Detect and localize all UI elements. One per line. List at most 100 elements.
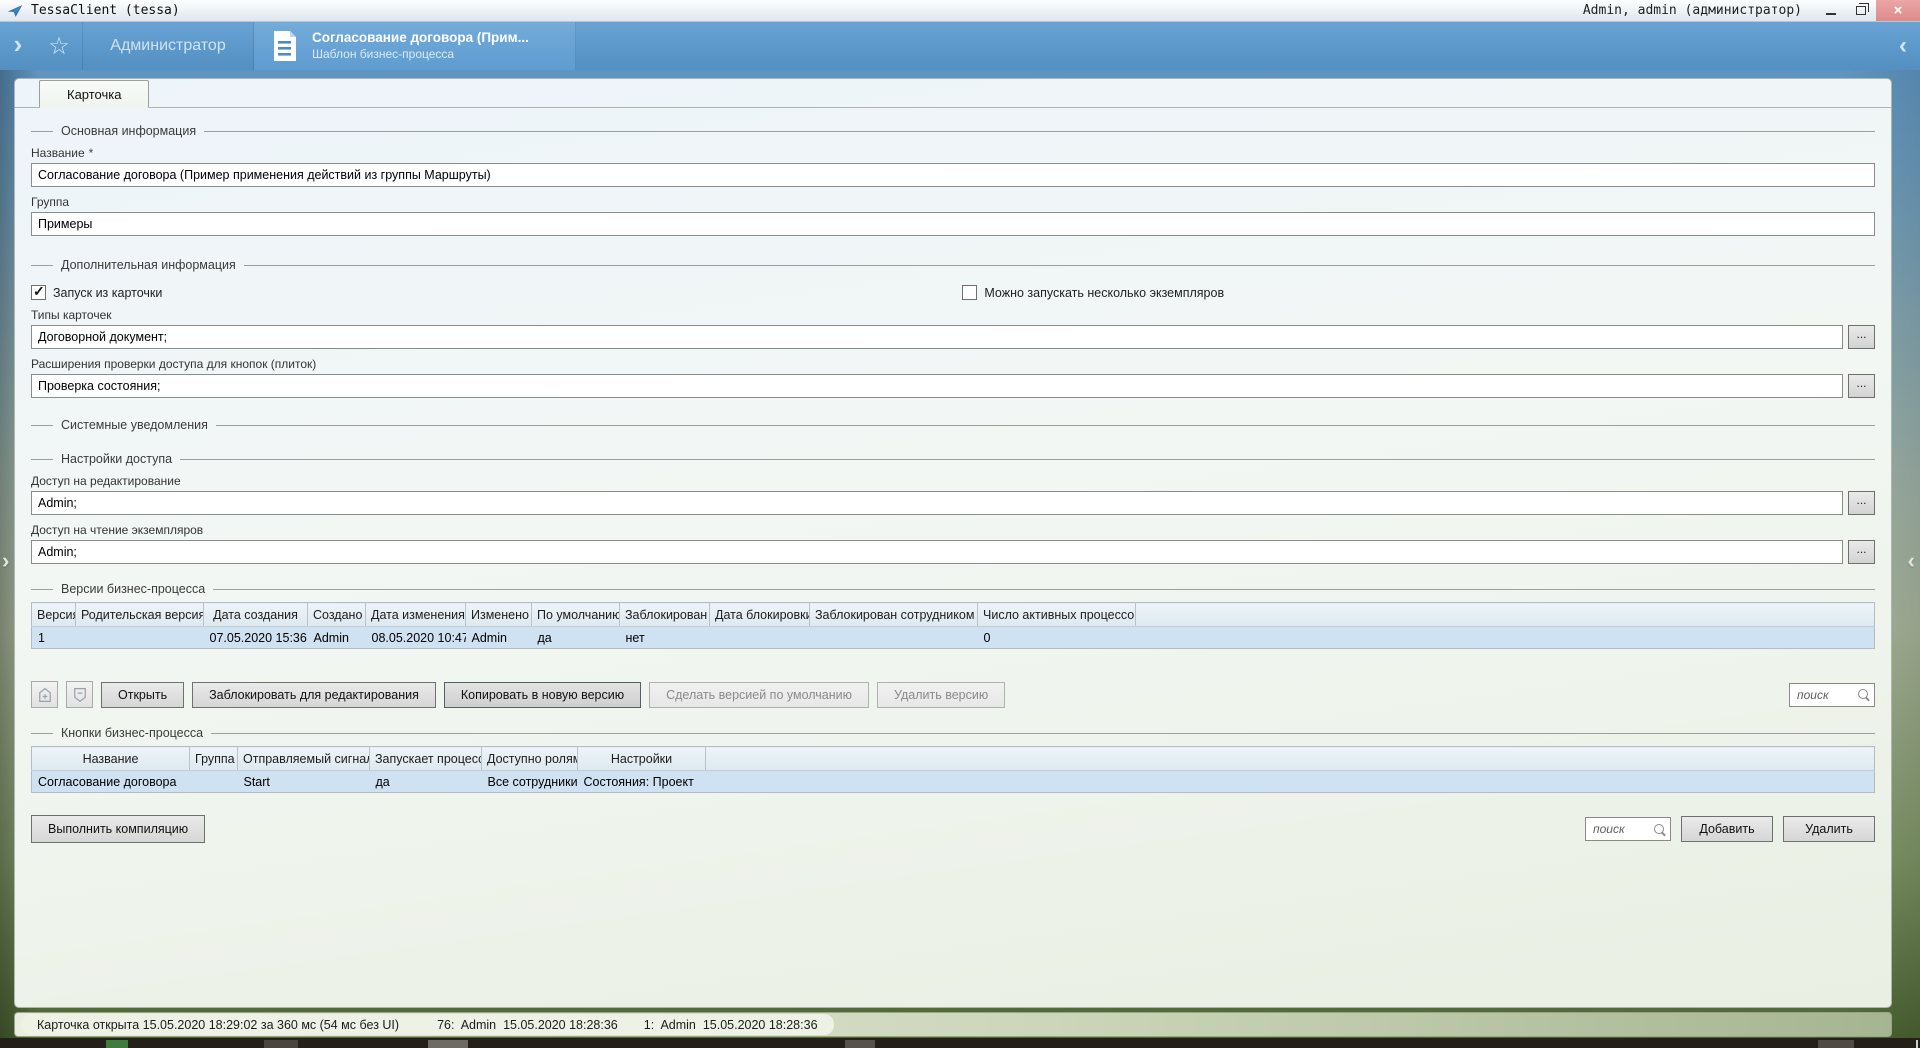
versions-search[interactable] [1789, 683, 1875, 707]
name-input[interactable] [31, 163, 1875, 187]
increase-row-height-button[interactable] [31, 681, 58, 708]
restore-button[interactable] [1846, 0, 1876, 21]
decrease-row-height-button[interactable] [66, 681, 93, 708]
tab-active-card[interactable]: Согласование договора (Прим... Шаблон би… [254, 22, 576, 70]
card-types-picker-button[interactable]: ... [1848, 325, 1875, 349]
tessa-logo-icon [7, 4, 23, 18]
cell: нет [620, 627, 710, 649]
column-header[interactable]: Доступно ролям [482, 747, 578, 771]
section-system-notifications-title: Системные уведомления [61, 418, 208, 432]
cell [810, 627, 978, 649]
column-header[interactable]: Дата изменения [366, 603, 466, 627]
tabbar-spacer [576, 22, 1886, 70]
run-from-card-checkbox[interactable]: Запуск из карточки [31, 285, 162, 300]
section-system-notifications: Системные уведомления [31, 418, 1875, 432]
minimize-button[interactable] [1816, 0, 1846, 21]
expand-rows-icon [36, 686, 54, 704]
column-header[interactable]: Создано [308, 603, 366, 627]
column-header[interactable]: Версия [32, 603, 76, 627]
favorites-button[interactable]: ☆ [36, 22, 82, 70]
card-types-input[interactable] [31, 325, 1843, 349]
cell [710, 627, 810, 649]
checkbox-checked-icon [31, 285, 46, 300]
nav-forward-button[interactable]: › [0, 22, 36, 70]
column-header-filler [706, 747, 1875, 771]
column-header[interactable]: Заблокирован сотрудником [810, 603, 978, 627]
cell [190, 771, 238, 793]
versions-row-selected[interactable]: 1 07.05.2020 15:36 Admin 08.05.2020 10:4… [32, 627, 1875, 649]
taskbar-clock-sliver [1818, 1040, 1854, 1048]
read-access-input[interactable] [31, 540, 1843, 564]
active-card-title: Согласование договора (Прим... [312, 30, 529, 47]
window-title: TessaClient (tessa) [31, 3, 180, 18]
versions-header-row: Версия Родительская версия Дата создания… [32, 603, 1875, 627]
column-header[interactable]: Число активных процессов [978, 603, 1136, 627]
section-access-settings: Настройки доступа [31, 452, 1875, 466]
cell: Все сотрудники [482, 771, 578, 793]
card-types-label: Типы карточек [31, 308, 1875, 322]
column-header[interactable]: Родительская версия [76, 603, 204, 627]
process-buttons-search-input[interactable] [1593, 822, 1651, 836]
column-header[interactable]: Запускает процесс [370, 747, 482, 771]
edit-access-picker-button[interactable]: ... [1848, 491, 1875, 515]
section-process-buttons: Кнопки бизнес-процесса [31, 726, 1875, 740]
section-additional-info-title: Дополнительная информация [61, 258, 236, 272]
open-version-button[interactable]: Открыть [101, 682, 184, 708]
column-header[interactable]: Заблокирован [620, 603, 710, 627]
cell [76, 627, 204, 649]
group-label: Группа [31, 195, 1875, 209]
read-access-picker-button[interactable]: ... [1848, 540, 1875, 564]
versions-toolbar: Открыть Заблокировать для редактирования… [31, 681, 1875, 708]
process-buttons-table: Название Группа Отправляемый сигнал Запу… [31, 746, 1875, 793]
access-ext-input[interactable] [31, 374, 1843, 398]
chevron-right-icon: › [2, 548, 9, 573]
tab-administrator[interactable]: Администратор [82, 22, 254, 70]
column-header[interactable]: Название [32, 747, 190, 771]
card-panel: Карточка Основная информация Название* Г… [14, 78, 1892, 1008]
bottom-toolbar: Выполнить компиляцию Добавить Удалить [31, 815, 1875, 843]
delete-version-button: Удалить версию [877, 682, 1005, 708]
section-main-info: Основная информация [31, 124, 1875, 138]
cell: Состояния: Проект [578, 771, 706, 793]
window-titlebar: TessaClient (tessa) Admin, admin (админи… [0, 0, 1920, 22]
cell: да [532, 627, 620, 649]
section-main-info-title: Основная информация [61, 124, 196, 138]
edit-access-input[interactable] [31, 491, 1843, 515]
right-panel-expand-button[interactable]: ‹ [1908, 548, 1915, 574]
lock-for-edit-button[interactable]: Заблокировать для редактирования [192, 682, 436, 708]
cell: Start [238, 771, 370, 793]
tab-card[interactable]: Карточка [39, 80, 149, 108]
add-button[interactable]: Добавить [1681, 816, 1773, 842]
column-header[interactable]: Изменено [466, 603, 532, 627]
close-button[interactable]: × [1876, 0, 1920, 21]
tabbar-collapse-button[interactable]: ‹ [1886, 22, 1920, 70]
compile-button[interactable]: Выполнить компиляцию [31, 815, 205, 843]
cell: Согласование договора [32, 771, 190, 793]
versions-search-input[interactable] [1797, 688, 1855, 702]
section-versions-title: Версии бизнес-процесса [61, 582, 205, 596]
versions-table: Версия Родительская версия Дата создания… [31, 602, 1875, 649]
status-card-opened: Карточка открыта 15.05.2020 18:29:02 за … [37, 1018, 399, 1032]
checkbox-row: Запуск из карточки Можно запускать неско… [31, 285, 1875, 300]
access-ext-picker-button[interactable]: ... [1848, 374, 1875, 398]
column-header[interactable]: Дата блокировки [710, 603, 810, 627]
column-header[interactable]: Настройки [578, 747, 706, 771]
group-input[interactable] [31, 212, 1875, 236]
remove-button[interactable]: Удалить [1783, 816, 1875, 842]
column-header[interactable]: Отправляемый сигнал [238, 747, 370, 771]
left-panel-expand-button[interactable]: › [2, 548, 9, 574]
multi-instance-checkbox[interactable]: Можно запускать несколько экземпляров [962, 285, 1224, 300]
copy-to-new-version-button[interactable]: Копировать в новую версию [444, 682, 641, 708]
column-header[interactable]: Группа [190, 747, 238, 771]
cell: 1 [32, 627, 76, 649]
main-tabbar: › ☆ Администратор Согласование договора … [0, 22, 1920, 70]
taskbar-item [845, 1040, 875, 1048]
process-buttons-search[interactable] [1585, 817, 1671, 841]
column-header[interactable]: Дата создания [204, 603, 308, 627]
cell: 08.05.2020 10:47 [366, 627, 466, 649]
column-header[interactable]: По умолчанию [532, 603, 620, 627]
process-buttons-row-selected[interactable]: Согласование договора Start да Все сотру… [32, 771, 1875, 793]
status-pill: Карточка открыта 15.05.2020 18:29:02 за … [21, 1014, 834, 1035]
cell: Admin [466, 627, 532, 649]
column-header-filler [1136, 603, 1875, 627]
